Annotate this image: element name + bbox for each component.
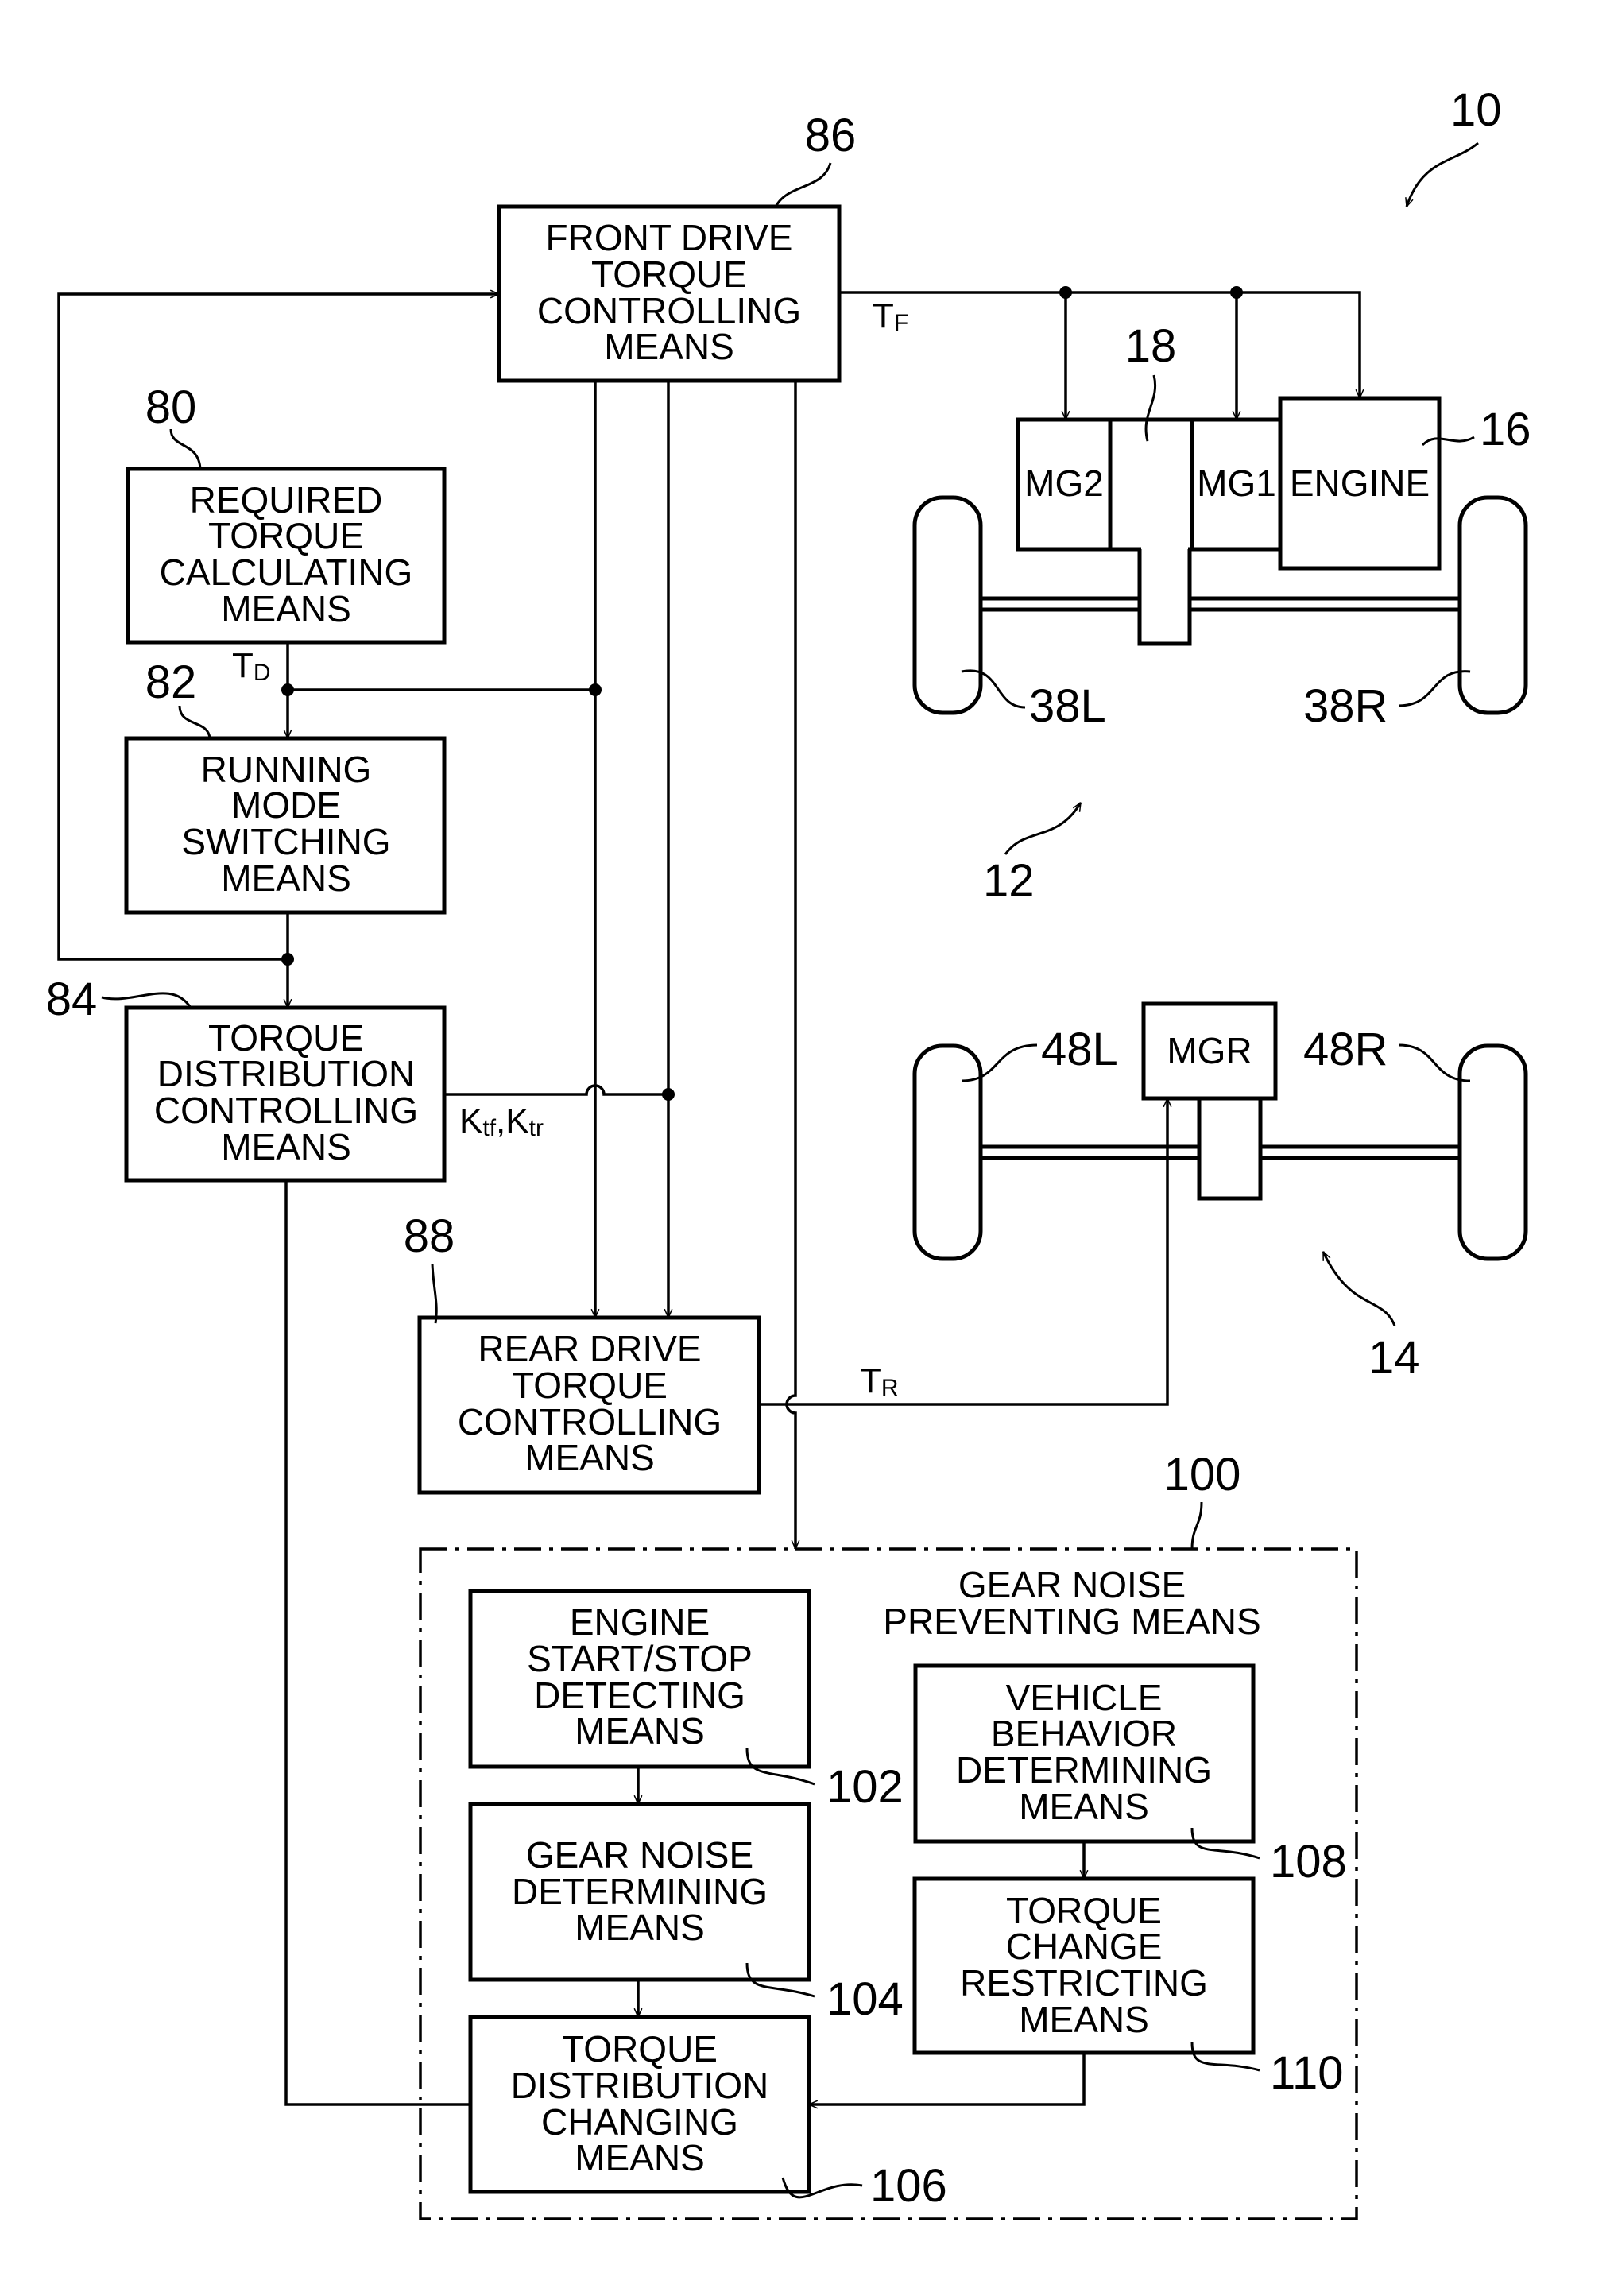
leader-12 [1004,803,1082,855]
signal-tf: TF [873,296,908,336]
block-line: CONTROLLING [154,1090,418,1131]
leader-10 [1407,141,1479,207]
block-line: MEANS [604,326,734,367]
block-line: MEANS [575,1710,705,1752]
block-line: CHANGE [1006,1926,1163,1967]
ref-38R: 38R [1303,680,1388,732]
block-line: START/STOP [527,1638,753,1679]
block-required-torque: REQUIRED TORQUE CALCULATING MEANS [126,467,447,645]
block-line: TORQUE [208,515,364,556]
junction-dot [662,1088,675,1101]
ref-16: 16 [1480,404,1531,455]
block-line: DISTRIBUTION [157,1053,416,1094]
ref-80: 80 [145,381,197,433]
ref-104: 104 [826,1973,904,2025]
block-line: GEAR NOISE [958,1564,1186,1605]
rear-drivetrain: MGR 48L 48R 14 [912,1001,1528,1384]
block-line: MEANS [221,1126,351,1167]
leader-82 [178,705,211,739]
ref-108: 108 [1270,1836,1347,1888]
signal-tr: TR [860,1361,899,1401]
block-line: REAR DRIVE [478,1328,701,1369]
block-line: PREVENTING MEANS [883,1601,1260,1642]
rear-wheel-left [912,1043,983,1261]
junction-dot [281,683,294,696]
ref-82: 82 [145,656,197,708]
ref-100: 100 [1164,1449,1241,1500]
block-front-drive-torque: FRONT DRIVE TORQUE CONTROLLING MEANS [497,204,842,383]
block-torque-distribution-controlling: TORQUE DISTRIBUTION CONTROLLING MEANS [124,1005,447,1183]
line-86-100 [785,381,795,1549]
block-torque-change-restricting: TORQUE CHANGE RESTRICTING MEANS [912,1876,1256,2055]
leader-100 [1190,1501,1203,1550]
block-line: MEANS [221,588,351,629]
ref-10: 10 [1450,84,1502,136]
transmission-joint [1141,540,1188,556]
ref-48R: 48R [1303,1024,1388,1075]
block-line: RESTRICTING [960,1962,1208,2004]
block-line: MEANS [575,1907,705,1948]
block-torque-distribution-changing: TORQUE DISTRIBUTION CHANGING MEANS [468,2015,811,2194]
ref-38L: 38L [1029,680,1106,732]
mg2-label: MG2 [1024,463,1104,504]
ref-48L: 48L [1041,1024,1118,1075]
rear-wheel-right [1457,1043,1528,1261]
ref-106: 106 [870,2160,947,2212]
mg1-label: MG1 [1197,463,1276,504]
ref-12: 12 [983,855,1035,907]
leader-88 [431,1263,438,1324]
ref-86: 86 [805,110,857,161]
block-rear-drive-torque: REAR DRIVE TORQUE CONTROLLING MEANS [417,1315,761,1495]
block-line: MEANS [1019,1999,1149,2040]
line-tf [839,291,1360,398]
block-line: SWITCHING [181,821,390,862]
block-line: MEANS [1019,1786,1149,1827]
engine-label: ENGINE [1290,463,1430,504]
block-line: DISTRIBUTION [511,2065,769,2106]
block-line: MEANS [221,858,351,899]
leader-84 [101,992,192,1009]
block-running-mode-switching: RUNNING MODE SWITCHING MEANS [124,736,447,915]
ref-88: 88 [404,1210,455,1262]
gear-noise-preventing-title: GEAR NOISE PREVENTING MEANS [883,1564,1260,1642]
junction-dot [589,683,602,696]
block-diagram: GEAR NOISE PREVENTING MEANS REQUIRED TOR… [46,84,1531,2220]
block-vehicle-behavior-determining: VEHICLE BEHAVIOR DETERMINING MEANS [913,1663,1256,1844]
block-line: CALCULATING [160,552,413,593]
block-engine-start-stop-detecting: ENGINE START/STOP DETECTING MEANS [468,1589,811,1769]
transmission-upper [1108,417,1194,552]
block-gear-noise-determining: GEAR NOISE DETERMINING MEANS [468,1802,811,1982]
rear-differential [1197,1096,1263,1201]
block-line: MODE [231,784,341,826]
block-line: FRONT DRIVE [546,217,793,258]
junction-dot [1230,286,1243,299]
block-line: GEAR NOISE [526,1834,753,1876]
front-wheel-left [912,495,983,715]
ref-102: 102 [826,1761,904,1813]
block-line: BEHAVIOR [991,1713,1177,1754]
ref-110: 110 [1270,2047,1343,2099]
leader-14 [1322,1252,1396,1326]
ref-84: 84 [46,974,98,1025]
block-line: MEANS [524,1437,655,1478]
ref-14: 14 [1368,1332,1420,1384]
block-line: MEANS [575,2137,705,2178]
leader-86 [773,162,832,209]
block-line: TORQUE [562,2028,718,2069]
ref-18: 18 [1125,320,1177,372]
block-line: TORQUE [512,1365,668,1406]
line-110-to-106 [809,2053,1086,2104]
leader-80 [169,428,202,470]
front-drivetrain: MG2 MG1 ENGINE 18 16 38L 38R 12 10 [912,84,1531,907]
signal-k-coefficients: Ktf,Ktr [459,1102,544,1141]
junction-dot [1059,286,1072,299]
front-wheel-right [1457,495,1528,715]
junction-dot [281,953,294,966]
block-line: TORQUE [591,254,747,295]
line-k-coefficients [444,1084,668,1096]
block-line: DETERMINING [956,1749,1212,1791]
block-line: ENGINE [570,1601,710,1643]
signal-td: TD [232,646,271,686]
mgr-label: MGR [1167,1030,1252,1071]
